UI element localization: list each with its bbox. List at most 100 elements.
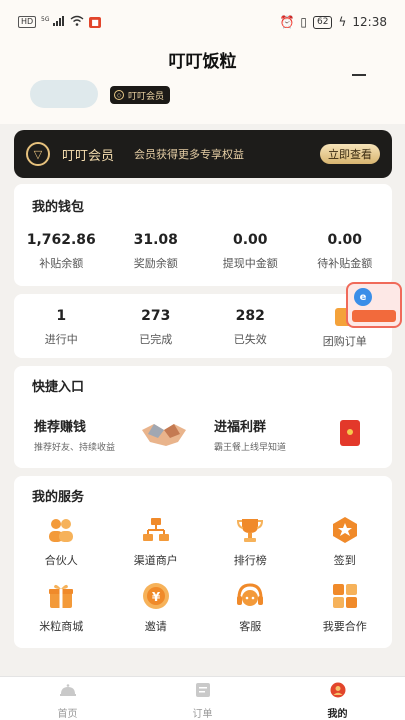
status-bar: HD 5G ■ ⏰ ▯ 62 ϟ 12:38	[0, 0, 405, 44]
service-label: 米粒商城	[39, 620, 84, 633]
hd-indicator: HD	[18, 16, 37, 28]
status-left: HD 5G ■	[18, 15, 101, 30]
signal-icon: 5G	[41, 15, 65, 30]
welfare-group-title: 进福利群	[214, 420, 267, 435]
service-leaderboard[interactable]: 排行榜	[203, 516, 298, 568]
wallet-stats: 1,762.86 补贴余额 31.08 奖励余额 0.00 提现中金额 0.00…	[14, 232, 392, 271]
referral-title: 推荐赚钱	[34, 420, 87, 435]
stat-label: 已完成	[139, 333, 173, 346]
status-right: ⏰ ▯ 62 ϟ 12:38	[279, 15, 387, 29]
tab-label: 订单	[192, 709, 213, 720]
tab-orders[interactable]: 订单	[135, 677, 270, 720]
referral-subtitle: 推荐好友、持续收益	[34, 443, 116, 453]
vip-description: 会员获得更多专享权益	[134, 148, 245, 161]
orders-icon	[195, 683, 210, 697]
member-badge[interactable]: ◇ 叮叮会员	[110, 86, 171, 104]
partner-icon	[46, 516, 76, 544]
orders-card: 1 进行中 273 已完成 282 已失效 团购订单	[14, 294, 392, 358]
stat-value: 1	[56, 308, 67, 324]
service-checkin[interactable]: 签到	[298, 516, 393, 568]
network-5g-label: 5G	[41, 16, 50, 23]
tab-home[interactable]: 首页	[0, 677, 135, 720]
service-rice-mall[interactable]: 米粒商城	[14, 582, 109, 634]
stat-value: 273	[141, 308, 171, 324]
stat-label: 待补贴金额	[317, 257, 373, 270]
stat-value: 282	[235, 308, 265, 324]
service-partner[interactable]: 合伙人	[14, 516, 109, 568]
wifi-icon	[70, 15, 84, 29]
promo-logo-icon: e	[354, 288, 372, 306]
service-label: 渠道商户	[133, 554, 178, 567]
stat-label: 提现中金额	[222, 257, 278, 270]
stat-value: 1,762.86	[26, 232, 96, 248]
stat-label: 补贴余额	[39, 257, 84, 270]
stat-label: 已失效	[233, 333, 267, 346]
tab-label: 首页	[57, 709, 78, 720]
service-cooperate[interactable]: 我要合作	[298, 582, 393, 634]
home-icon	[59, 684, 76, 696]
profile-icon	[330, 682, 345, 698]
profile-section: ◇ 叮叮会员	[0, 74, 405, 124]
stat-value: 0.00	[327, 232, 363, 248]
trophy-icon	[235, 516, 265, 544]
vip-banner[interactable]: ▽ 叮叮会员 会员获得更多专享权益 立即查看	[14, 130, 392, 178]
order-stat-in-progress[interactable]: 1 进行中	[14, 308, 109, 349]
wallet-title: 我的钱包	[32, 200, 85, 215]
service-label: 签到	[333, 554, 356, 567]
service-customer-support[interactable]: 客服	[203, 582, 298, 634]
stat-label: 奖励余额	[133, 257, 178, 270]
quick-entry-card: 快捷入口 推荐赚钱 推荐好友、持续收益 进福利群 霸王餐上线早知道	[14, 366, 392, 468]
welfare-group-entry[interactable]: 进福利群 霸王餐上线早知道	[214, 416, 286, 453]
floating-promo-badge[interactable]: e	[346, 282, 402, 328]
vip-title: 叮叮会员	[62, 148, 115, 164]
wallet-card: 我的钱包 1,762.86 补贴余额 31.08 奖励余额 0.00 提现中金额…	[14, 184, 392, 286]
avatar[interactable]	[30, 80, 98, 108]
quick-entry-title: 快捷入口	[32, 380, 85, 395]
stat-value: 0.00	[232, 232, 268, 248]
checkin-icon	[330, 516, 360, 544]
service-label: 排行榜	[233, 554, 267, 567]
battery-indicator: 62	[313, 15, 333, 29]
settings-indicator[interactable]	[352, 74, 366, 76]
order-stat-expired[interactable]: 282 已失效	[203, 308, 298, 349]
services-title: 我的服务	[32, 490, 85, 505]
order-stat-completed[interactable]: 273 已完成	[109, 308, 204, 349]
diamond-icon: ◇	[114, 90, 124, 100]
tab-mine[interactable]: 我的	[270, 677, 405, 720]
svg-text:¥: ¥	[152, 590, 161, 604]
handshake-icon	[142, 424, 186, 446]
tab-label: 我的	[327, 709, 348, 720]
wallet-stat-reward-balance[interactable]: 31.08 奖励余额	[109, 232, 204, 271]
service-label: 客服	[239, 620, 262, 633]
service-label: 我要合作	[322, 620, 367, 633]
clock: 12:38	[352, 15, 387, 29]
app-notification-icon: ■	[89, 16, 101, 28]
service-label: 邀请	[144, 620, 167, 633]
service-invite[interactable]: ¥ 邀请	[109, 582, 204, 634]
charging-icon: ϟ	[338, 15, 347, 29]
service-channel-merchant[interactable]: 渠道商户	[109, 516, 204, 568]
wallet-stat-pending-subsidy[interactable]: 0.00 待补贴金额	[298, 232, 393, 271]
channel-merchant-icon	[141, 516, 171, 544]
bottom-tab-bar: 首页 订单 我的	[0, 676, 405, 720]
vibrate-icon: ▯	[300, 15, 308, 29]
red-packet-icon	[340, 420, 360, 446]
promo-strip	[352, 310, 396, 322]
services-card: 我的服务 合伙人 渠道商户 排行榜 签到 米粒商城 ¥ 邀请 客服 我要合作	[14, 476, 392, 648]
wallet-stat-subsidy-balance[interactable]: 1,762.86 补贴余额	[14, 232, 109, 271]
order-stats: 1 进行中 273 已完成 282 已失效 团购订单	[14, 308, 392, 349]
headset-icon	[235, 582, 265, 610]
gift-icon	[46, 582, 76, 610]
view-now-button[interactable]: 立即查看	[320, 144, 380, 164]
wallet-stat-withdrawing[interactable]: 0.00 提现中金额	[203, 232, 298, 271]
stat-label: 团购订单	[322, 335, 367, 348]
referral-entry[interactable]: 推荐赚钱 推荐好友、持续收益	[34, 416, 115, 453]
page-title: 叮叮饭粒	[0, 44, 405, 74]
services-grid: 合伙人 渠道商户 排行榜 签到 米粒商城 ¥ 邀请 客服 我要合作	[14, 516, 392, 634]
welfare-group-subtitle: 霸王餐上线早知道	[214, 443, 287, 453]
diamond-icon: ▽	[26, 142, 50, 166]
stat-value: 31.08	[133, 232, 178, 248]
cooperate-icon	[330, 582, 360, 610]
member-badge-label: 叮叮会员	[128, 91, 165, 102]
alarm-icon: ⏰	[279, 15, 295, 29]
